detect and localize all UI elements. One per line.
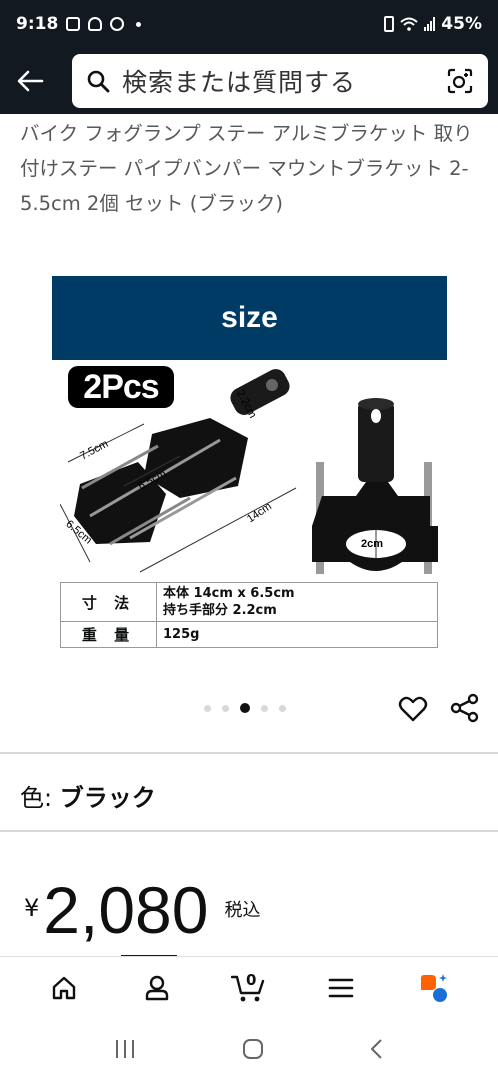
more-notifications-icon [136, 21, 142, 27]
search-header: 検索または質問する [0, 48, 498, 114]
rufus-assistant-icon [420, 973, 447, 1002]
nav-rufus[interactable] [414, 968, 454, 1008]
share-icon[interactable] [449, 692, 481, 724]
carousel-dot[interactable] [204, 704, 211, 712]
cart-count: 0 [245, 970, 257, 989]
carousel-dot[interactable] [222, 704, 229, 712]
spec-table: 寸 法 本体 14cm x 6.5cm 持ち手部分 2.2cm 重 量 125g [60, 582, 438, 648]
divider [0, 830, 498, 832]
dim-bore: 2cm [361, 538, 383, 550]
train-notification-icon [88, 17, 103, 31]
color-label: 色: [20, 784, 60, 812]
spec-value: 本体 14cm x 6.5cm [163, 586, 295, 601]
gallery-notification-icon [66, 17, 81, 31]
nav-account[interactable] [137, 968, 177, 1008]
spec-value: 125g [163, 627, 200, 642]
menu-icon [329, 978, 354, 997]
search-placeholder: 検索または質問する [122, 68, 357, 97]
home-icon [52, 976, 76, 999]
carousel-dot-active[interactable] [240, 703, 250, 713]
nav-cart[interactable]: 0 [229, 968, 269, 1008]
dim-length: 14cm [245, 500, 274, 525]
recent-apps-icon[interactable] [113, 1038, 137, 1060]
home-nav-icon[interactable] [242, 1038, 264, 1060]
bracket-illustration: 7.5cm 6.5cm 6.5cm 14cm 2.2cm 2cm [60, 369, 438, 574]
carousel-dots[interactable] [204, 703, 286, 713]
status-bar: 9:18 45% [0, 0, 498, 48]
product-title[interactable]: バイク フォグランプ ステー アルミブラケット 取り付けステー パイプバンパー … [20, 116, 480, 221]
color-selection[interactable]: 色: ブラック [20, 778, 156, 813]
back-nav-icon[interactable] [369, 1038, 385, 1060]
camera-search-icon[interactable] [446, 67, 474, 95]
chat-notification-icon [110, 17, 125, 31]
price-amount: 2,080 [43, 873, 209, 947]
back-button[interactable] [14, 65, 46, 97]
spec-row: 寸 法 本体 14cm x 6.5cm 持ち手部分 2.2cm [60, 582, 438, 622]
spec-label: 重 量 [60, 621, 157, 648]
battery-saver-icon [384, 16, 395, 32]
account-icon [145, 975, 168, 1000]
signal-icon [424, 17, 436, 31]
carousel-dot[interactable] [279, 704, 286, 712]
color-value: ブラック [59, 784, 156, 812]
carousel-dot[interactable] [261, 704, 268, 712]
bottom-nav: 0 [0, 956, 498, 1018]
dim-width-top: 7.5cm [78, 438, 110, 463]
search-icon [87, 70, 110, 93]
spec-row: 重 量 125g [60, 621, 438, 648]
price-currency: ¥ [24, 894, 40, 922]
nav-home[interactable] [44, 968, 84, 1008]
price-block: ¥ 2,080 税込 [24, 872, 260, 948]
price-tax-note: 税込 [224, 900, 261, 921]
status-time: 9:18 [16, 14, 59, 34]
back-arrow-icon [17, 70, 44, 92]
search-input[interactable]: 検索または質問する [72, 54, 488, 108]
system-navigation-bar [0, 1018, 498, 1080]
nav-menu[interactable] [321, 968, 361, 1008]
wishlist-heart-icon[interactable] [398, 694, 428, 724]
wifi-icon [400, 17, 418, 31]
spec-label: 寸 法 [60, 582, 157, 622]
size-banner: size [52, 276, 447, 360]
battery-percent: 45% [441, 14, 482, 34]
divider [0, 752, 498, 754]
spec-value: 持ち手部分 2.2cm [163, 603, 277, 618]
